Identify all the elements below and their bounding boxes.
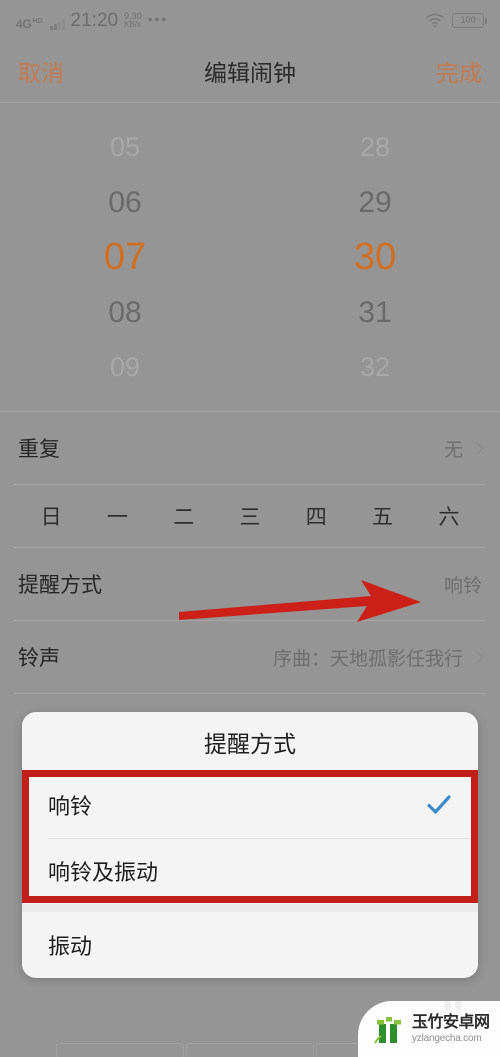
ringtone-value: 序曲：天地孤影任我行 <box>272 648 463 670</box>
setting-row-ringtone[interactable]: 铃声 序曲：天地孤影任我行 <box>0 621 500 693</box>
ringtone-label: 铃声 <box>18 647 60 670</box>
dialog-option-label: 响铃 <box>48 794 93 819</box>
wifi-icon <box>425 13 445 28</box>
ringtone-value-group: 序曲：天地孤影任我行 <box>272 644 484 671</box>
site-watermark: 玉竹安卓网 yzlangecha.com <box>358 1001 500 1057</box>
dialog-option-label: 振动 <box>48 934 93 959</box>
ringtone-divider <box>14 693 486 694</box>
minute-option[interactable]: 32 <box>330 340 420 395</box>
bamboo-logo-icon <box>372 1012 406 1046</box>
repeat-value: 无 <box>443 439 463 461</box>
battery-level-label: 100 <box>460 15 476 25</box>
status-bar-clock: 21:20 <box>70 9 119 31</box>
minute-picker-column[interactable]: 28 29 30 31 32 <box>330 120 420 395</box>
hour-option[interactable]: 06 <box>80 175 170 230</box>
hour-option[interactable]: 09 <box>80 340 170 395</box>
page-title: 编辑闹钟 <box>204 60 296 86</box>
minute-option[interactable]: 31 <box>330 285 420 340</box>
overflow-dots-icon: ••• <box>147 10 169 27</box>
network-type-label: 4G <box>16 16 32 31</box>
checkmark-icon <box>426 792 452 818</box>
minute-option[interactable]: 28 <box>330 120 420 175</box>
watermark-site-url: yzlangecha.com <box>412 1032 482 1044</box>
dialog-option-ring-and-vibrate[interactable]: 响铃及振动 <box>22 838 478 904</box>
weekday-mon[interactable]: 一 <box>84 501 150 531</box>
network-speed-unit: KB/s <box>124 19 141 29</box>
status-bar-right: 100 <box>425 12 487 28</box>
repeat-value-group: 无 <box>443 435 484 462</box>
status-bar: 4G HD 21:20 9.30 KB/s ••• 100 <box>0 0 500 40</box>
time-picker[interactable]: 05 06 07 08 09 28 29 30 31 32 <box>0 103 500 411</box>
signal-strength-icon <box>49 18 65 30</box>
weekday-wed[interactable]: 三 <box>217 501 283 531</box>
reminder-method-value-group: 响铃 <box>444 571 482 598</box>
watermark-site-name: 玉竹安卓网 <box>412 1013 490 1031</box>
setting-row-reminder-method[interactable]: 提醒方式 响铃 <box>0 548 500 620</box>
network-indicator: 4G HD <box>16 18 43 30</box>
weekday-tue[interactable]: 二 <box>151 501 217 531</box>
reminder-method-dialog: 提醒方式 响铃 响铃及振动 振动 <box>22 712 478 978</box>
navigation-bar: 取消 编辑闹钟 完成 <box>0 40 500 102</box>
minute-option-selected[interactable]: 30 <box>330 230 420 285</box>
chevron-right-icon <box>471 441 484 455</box>
weekday-fri[interactable]: 五 <box>349 501 415 531</box>
chevron-right-icon <box>471 650 484 664</box>
network-speed-indicator: 9.30 KB/s <box>124 11 142 30</box>
dialog-option-separator <box>22 904 478 912</box>
dialog-title: 提醒方式 <box>204 731 296 757</box>
reminder-method-label: 提醒方式 <box>18 574 102 597</box>
dialog-option-ring[interactable]: 响铃 <box>22 772 478 838</box>
hour-option[interactable]: 08 <box>80 285 170 340</box>
weekday-sun[interactable]: 日 <box>18 501 84 531</box>
minute-option[interactable]: 29 <box>330 175 420 230</box>
reminder-method-value: 响铃 <box>443 575 482 597</box>
weekday-selector[interactable]: 日 一 二 三 四 五 六 <box>0 485 500 547</box>
watermark-ears-decoration <box>444 1001 462 1010</box>
hour-option[interactable]: 05 <box>80 120 170 175</box>
network-hd-badge: HD <box>32 17 43 25</box>
dialog-option-label: 响铃及振动 <box>48 860 159 885</box>
hour-picker-column[interactable]: 05 06 07 08 09 <box>80 120 170 395</box>
dialog-option-vibrate[interactable]: 振动 <box>22 912 478 978</box>
setting-row-repeat[interactable]: 重复 无 <box>0 412 500 484</box>
status-bar-left: 4G HD 21:20 9.30 KB/s ••• <box>16 11 168 30</box>
battery-indicator: 100 <box>452 12 487 28</box>
weekday-thu[interactable]: 四 <box>283 501 349 531</box>
weekday-sat[interactable]: 六 <box>416 501 482 531</box>
repeat-label: 重复 <box>18 438 60 461</box>
watermark-text: 玉竹安卓网 yzlangecha.com <box>412 1013 490 1044</box>
hour-option-selected[interactable]: 07 <box>80 230 170 285</box>
